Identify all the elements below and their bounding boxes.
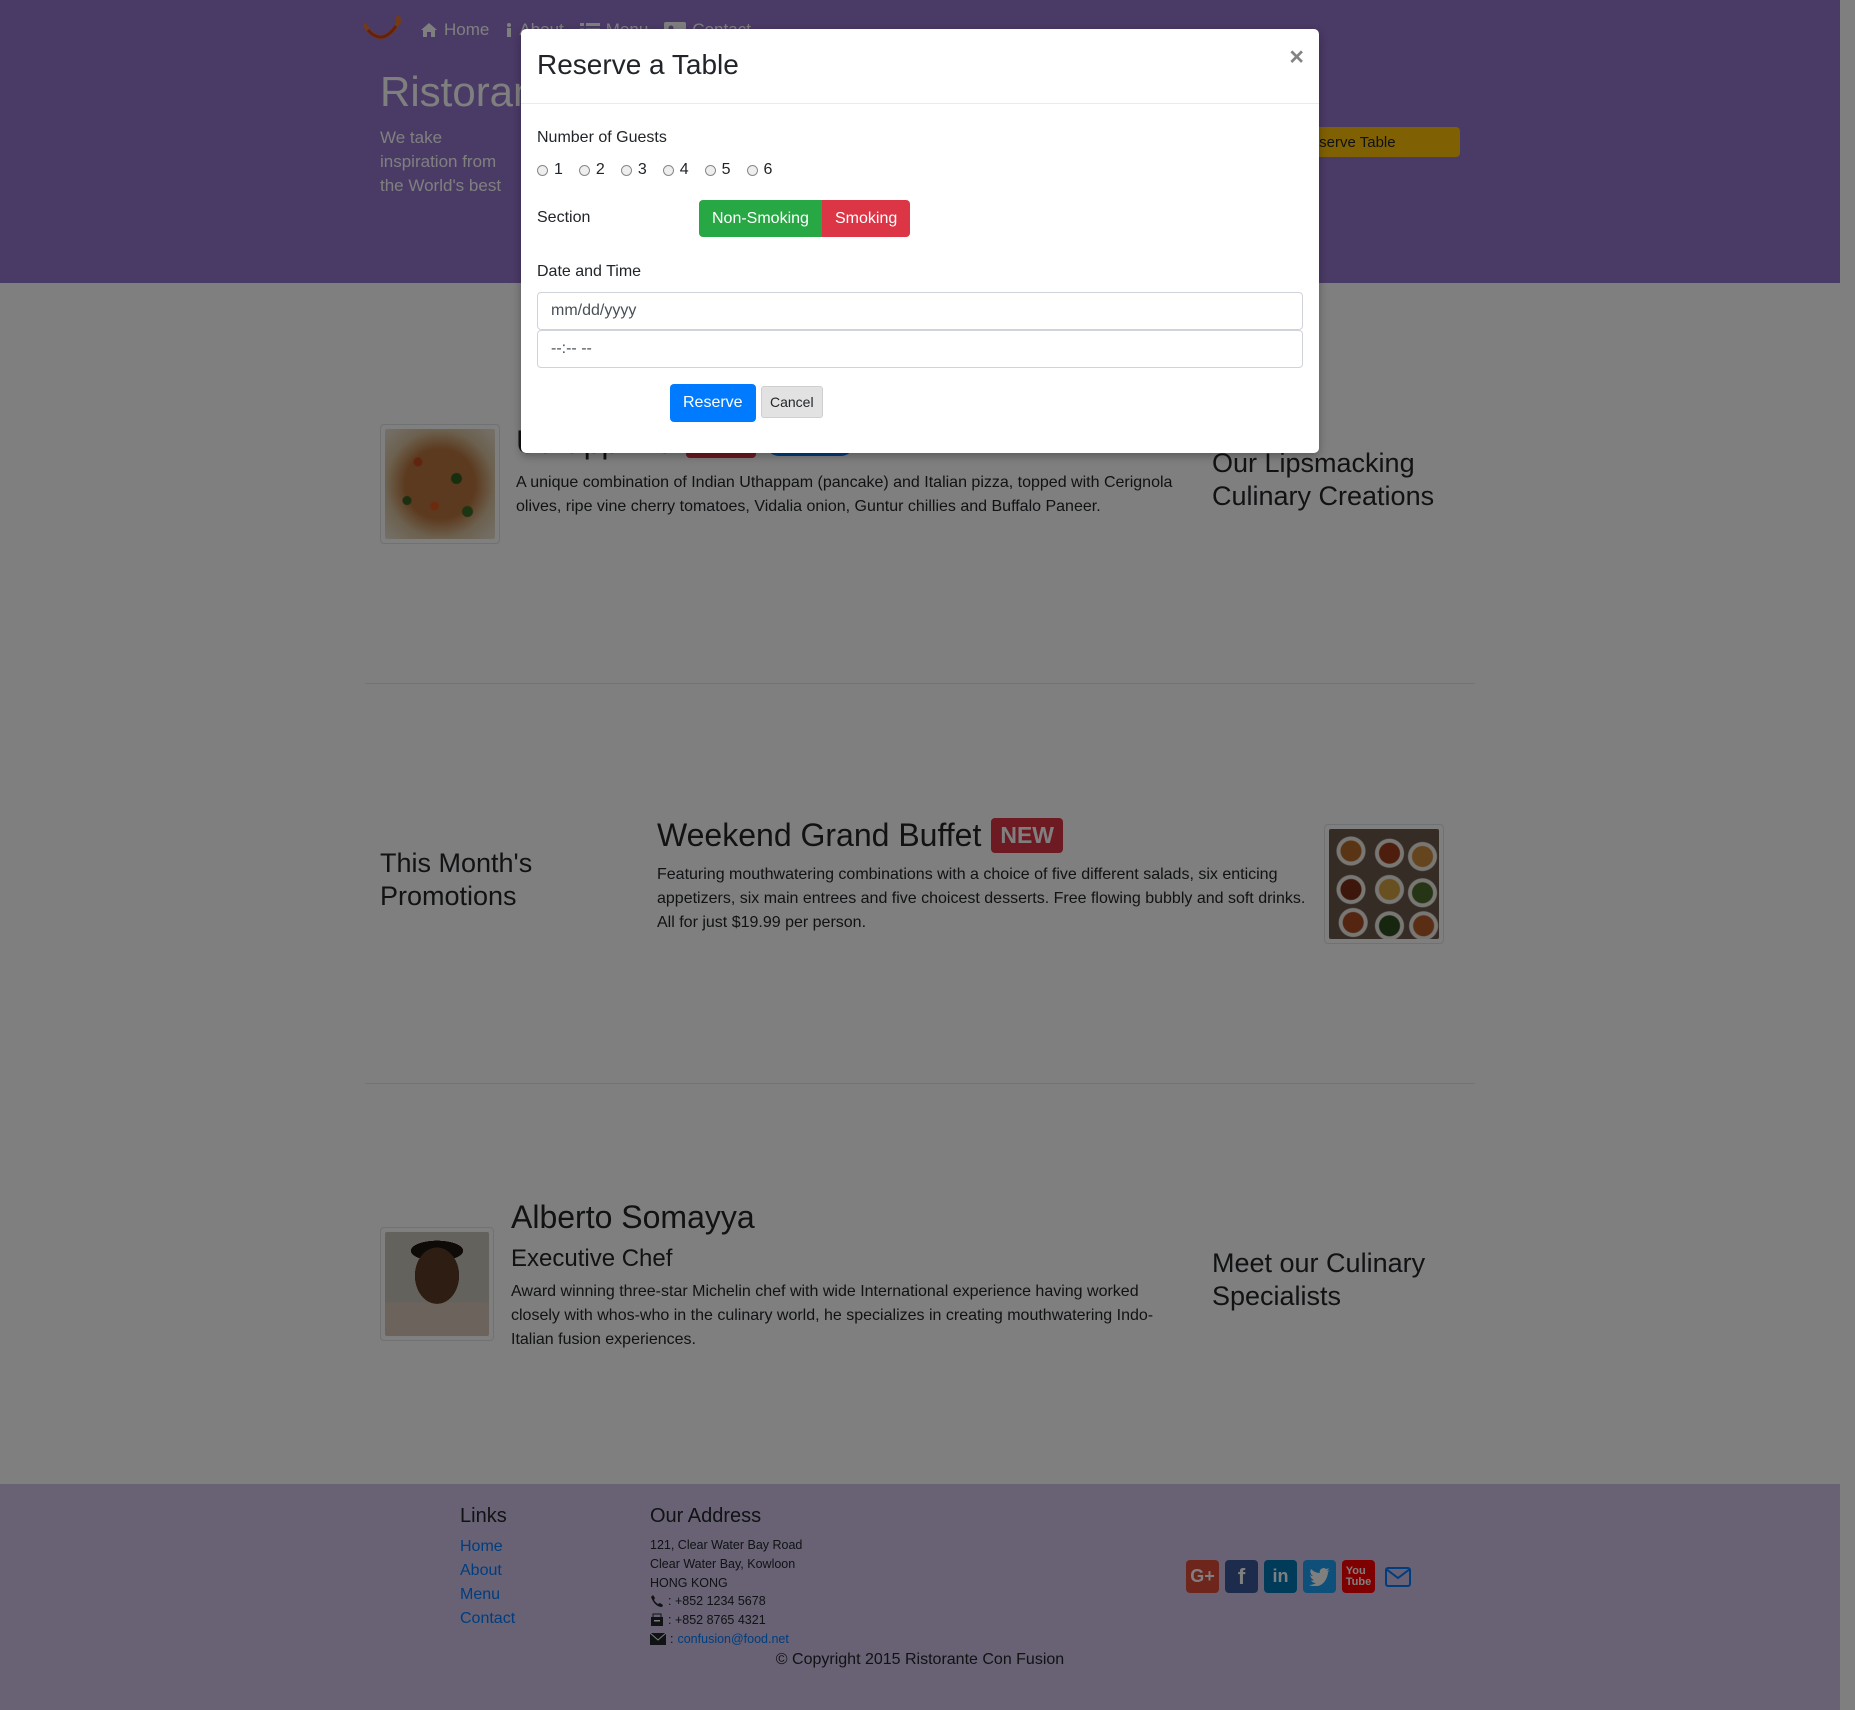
guest-option-label: 3 (637, 161, 647, 178)
modal-title: Reserve a Table (537, 49, 739, 80)
non-smoking-button[interactable]: Non-Smoking (699, 200, 822, 237)
radio-button[interactable] (537, 164, 548, 176)
reserve-modal: Reserve a Table × Number of Guests 1 2 3… (521, 29, 1319, 453)
guest-option-label: 5 (721, 161, 731, 178)
radio-button[interactable] (746, 164, 758, 176)
section-label: Section (537, 209, 591, 226)
guest-option-5[interactable]: 5 (704, 161, 731, 179)
close-icon[interactable]: × (1289, 43, 1304, 72)
guest-option-3[interactable]: 3 (620, 161, 647, 179)
guest-option-6[interactable]: 6 (746, 161, 773, 179)
smoking-button[interactable]: Smoking (822, 200, 911, 237)
reserve-button[interactable]: Reserve (670, 384, 756, 422)
time-input[interactable]: --:-- -- (537, 330, 1303, 368)
date-input[interactable]: mm/dd/yyyy (537, 292, 1303, 330)
guest-option-label: 1 (554, 161, 563, 178)
cancel-button[interactable]: Cancel (761, 386, 823, 418)
guests-label: Number of Guests (537, 129, 667, 146)
radio-button[interactable] (704, 164, 716, 176)
radio-button[interactable] (662, 164, 674, 176)
guest-option-label: 6 (763, 161, 773, 178)
modal-header: Reserve a Table × (521, 29, 1319, 104)
guest-option-4[interactable]: 4 (662, 161, 689, 179)
radio-button[interactable] (578, 164, 590, 176)
guest-option-label: 2 (595, 161, 605, 178)
datetime-label: Date and Time (537, 263, 642, 280)
guests-radio-group: 1 2 3 4 5 6 (537, 161, 788, 179)
radio-button[interactable] (620, 164, 632, 176)
guest-option-1[interactable]: 1 (537, 161, 563, 179)
guest-option-label: 4 (679, 161, 689, 178)
guest-option-2[interactable]: 2 (578, 161, 605, 179)
